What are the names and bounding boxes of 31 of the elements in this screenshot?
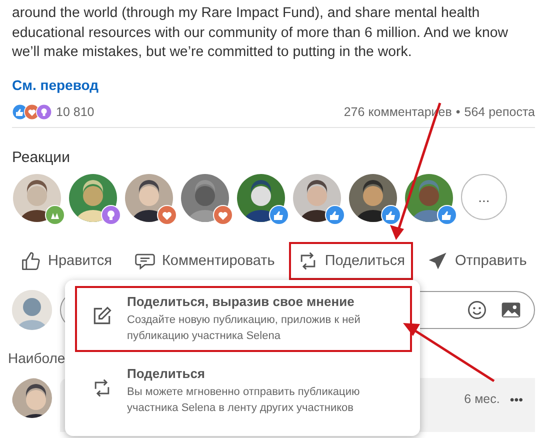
- thumbs-up-icon: [20, 250, 42, 272]
- menu-item-description: Вы можете мгновенно отправить публикацию участника Selena в ленту других участников: [127, 385, 361, 416]
- thumbs-up-icon: [269, 204, 289, 224]
- post-text: around the world (through my Rare Impact Fund), and share mental health educational resources with our community of more than 6 million. And we know we’ll make mistakes, but we’re committed to putting in the work.: [11, 4, 510, 62]
- reposts-count[interactable]: 564 репоста: [464, 104, 535, 118]
- thumbs-up-icon: [325, 204, 345, 224]
- comment-button[interactable]: Комментировать: [126, 242, 283, 280]
- avatar-placeholder: [12, 290, 52, 330]
- bulb-icon: [101, 204, 121, 224]
- hands-icon: [45, 204, 65, 224]
- translation-link[interactable]: См. перевод: [12, 76, 99, 92]
- separator: •: [456, 104, 460, 118]
- menu-item[interactable]: Поделиться, выразив свое мнение Создайте новую публикацию, приложив к ней публикацию участника Selena: [75, 286, 412, 352]
- menu-item-title: Поделиться, выразив свое мнение: [127, 294, 356, 309]
- sort-label[interactable]: Наиболе: [8, 350, 66, 366]
- share-button[interactable]: Поделиться: [288, 242, 413, 280]
- pencil-icon: [91, 305, 113, 327]
- like-button[interactable]: Нравится: [12, 242, 120, 280]
- reaction-count: 10 810: [56, 104, 94, 118]
- menu-item[interactable]: Поделиться Вы можете мгновенно отправить публикацию участника Selena в ленту других участников: [75, 358, 412, 424]
- thumbs-up-icon: [437, 204, 457, 224]
- menu-item-description: Создайте новую публикацию, приложив к ней публикацию участника Selena: [127, 313, 362, 344]
- bulb-icon: [36, 104, 52, 120]
- more-reactions-button[interactable]: ...: [461, 174, 507, 220]
- send-button[interactable]: Отправить: [418, 242, 535, 280]
- more-button[interactable]: •••: [510, 392, 523, 408]
- emoji-icon[interactable]: [466, 298, 488, 320]
- section-title: Реакции: [12, 148, 71, 166]
- thumbs-up-icon: [381, 204, 401, 224]
- menu-item-title: Поделиться: [127, 366, 206, 381]
- comment-time: 6 мес.: [464, 392, 500, 408]
